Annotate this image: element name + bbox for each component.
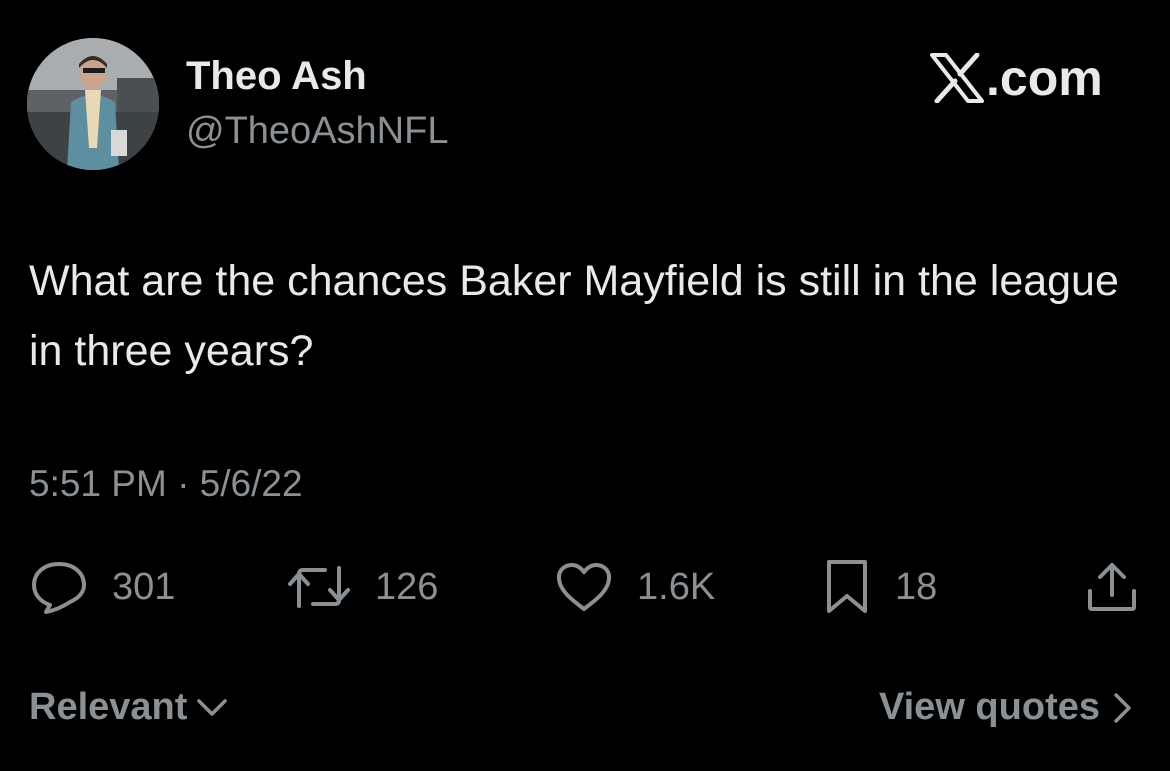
view-quotes-label: View quotes <box>878 686 1100 728</box>
avatar-photo <box>27 38 159 170</box>
view-quotes-link[interactable]: View quotes <box>879 686 1134 729</box>
chevron-down-icon <box>197 698 228 716</box>
like-count: 1.6K <box>637 565 716 608</box>
reply-count: 301 <box>112 565 176 608</box>
bookmark-count: 18 <box>895 565 938 608</box>
bookmark-button[interactable]: 18 <box>823 560 937 614</box>
speech-bubble-icon <box>32 562 86 614</box>
repost-arrows-icon <box>288 566 350 608</box>
brand-label: .com <box>986 50 1103 106</box>
tweet-text: What are the chances Baker Mayfield is s… <box>29 257 1119 375</box>
reply-button[interactable]: 301 <box>30 560 175 614</box>
share-upload-icon <box>1088 563 1136 611</box>
repost-count: 126 <box>375 565 439 608</box>
author-handle[interactable]: @TheoAshNFL <box>186 110 448 153</box>
x-logo-icon <box>930 53 984 103</box>
author-display-name[interactable]: Theo Ash <box>186 54 367 99</box>
avatar[interactable] <box>27 38 159 170</box>
sort-label: Relevant <box>29 686 188 728</box>
sort-relevant-dropdown[interactable]: Relevant <box>29 686 229 729</box>
share-button[interactable] <box>1084 560 1140 614</box>
tweet-timestamp[interactable]: 5:51 PM · 5/6/22 <box>29 463 303 505</box>
heart-icon <box>556 563 612 611</box>
bookmark-icon <box>827 560 867 613</box>
x-com-brand: .com <box>930 50 1103 106</box>
chevron-right-icon <box>1114 692 1131 723</box>
repost-button[interactable]: 126 <box>287 560 438 614</box>
like-button[interactable]: 1.6K <box>555 560 715 614</box>
